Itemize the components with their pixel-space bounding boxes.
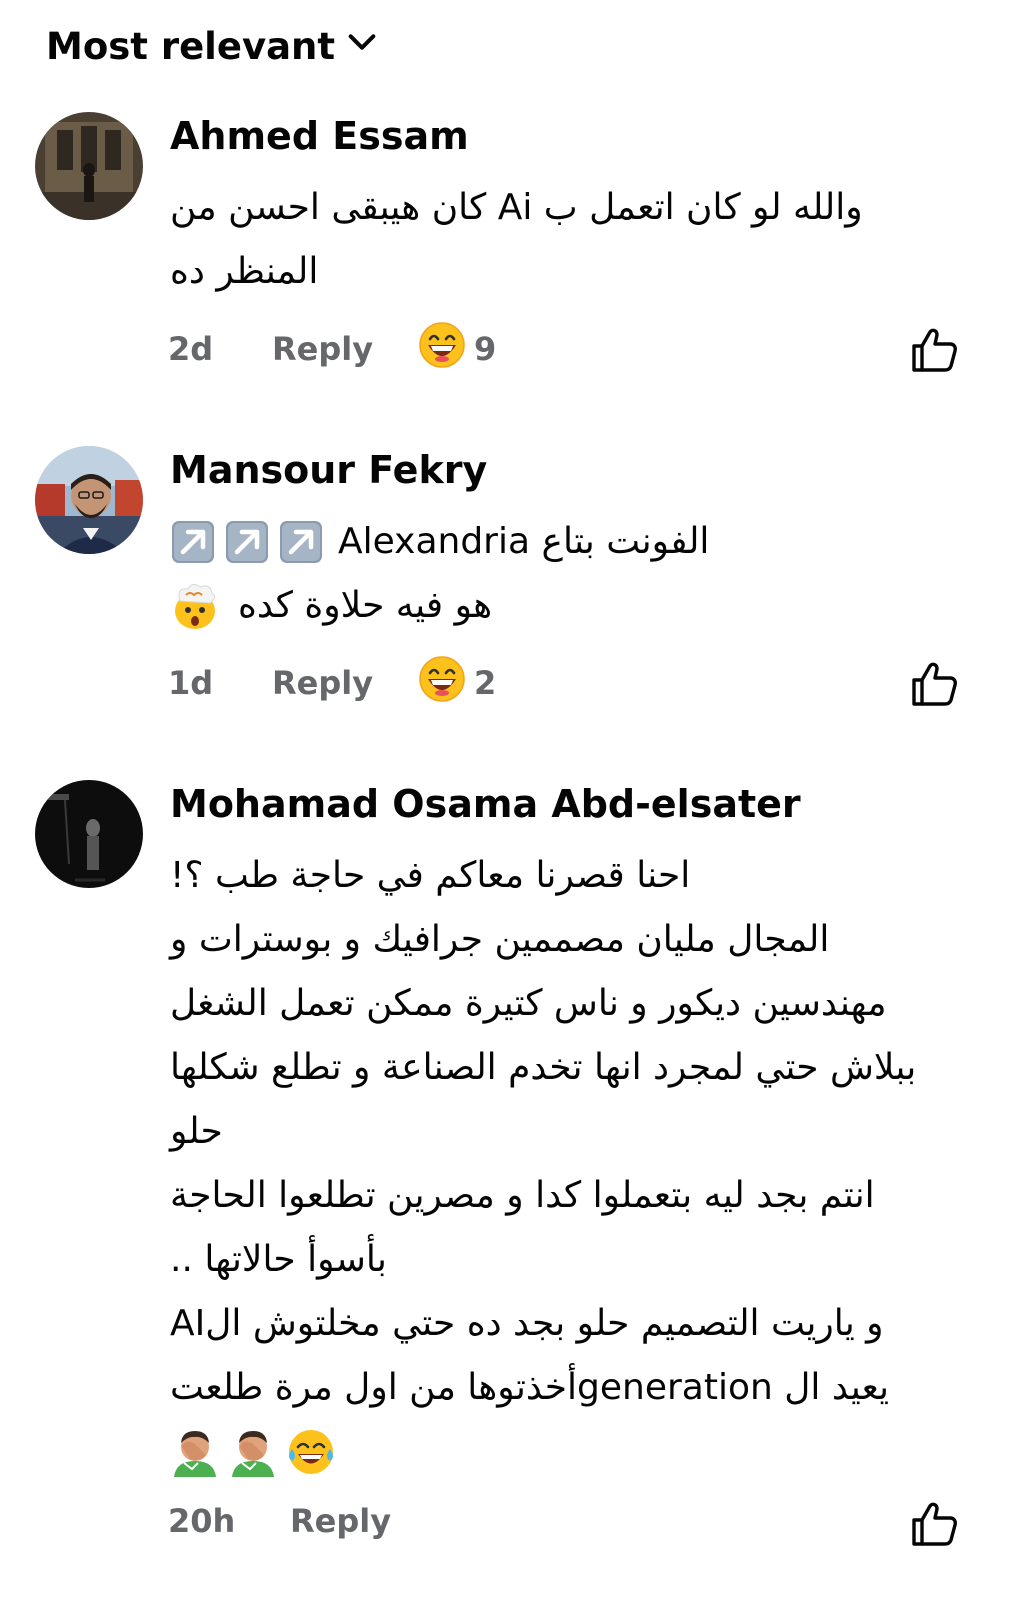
comment-line: بأسوأ حالاتها .. bbox=[170, 1239, 387, 1280]
comment-line: الفونت بتاع Alexandria bbox=[170, 510, 960, 574]
comment-line: ببلاش حتي لمجرد انها تخدم الصناعة و تطلع… bbox=[170, 1047, 917, 1088]
sort-label: Most relevant bbox=[46, 24, 336, 68]
comment-line: احنا قصرنا معاكم في حاجة طب ؟! bbox=[170, 855, 691, 896]
laughing-emoji-icon bbox=[418, 321, 466, 377]
up-right-arrow-emoji-1 bbox=[170, 519, 216, 565]
tears-of-joy-emoji bbox=[286, 1427, 336, 1477]
comment-line: مهندسين ديكور و ناس كتيرة ممكن تعمل الشغ… bbox=[170, 983, 887, 1024]
comment-emoji-line bbox=[170, 1420, 970, 1484]
comment-line-text: الفونت بتاع Alexandria bbox=[338, 521, 710, 562]
comment-line: هو فيه حلاوة كده bbox=[170, 574, 960, 638]
comment-meta: 2d Reply 9 bbox=[168, 321, 496, 377]
thumbs-up-icon[interactable] bbox=[908, 1498, 960, 1550]
comment-timestamp: 1d bbox=[168, 664, 214, 702]
comment-author[interactable]: Mansour Fekry bbox=[170, 448, 487, 492]
reaction-count: 2 bbox=[474, 664, 497, 702]
reaction-summary[interactable]: 9 bbox=[418, 321, 496, 377]
reaction-count: 9 bbox=[474, 330, 497, 368]
comment-line: حلو bbox=[170, 1111, 223, 1152]
reply-button[interactable]: Reply bbox=[272, 330, 418, 368]
comment-author[interactable]: Mohamad Osama Abd-elsater bbox=[170, 782, 801, 826]
comment-timestamp: 20h bbox=[168, 1502, 236, 1540]
thumbs-up-icon[interactable] bbox=[908, 324, 960, 376]
face-palm-emoji-2 bbox=[228, 1427, 278, 1477]
avatar[interactable] bbox=[35, 446, 143, 554]
comment-line: يعيد ال generationأخذتوها من اول مرة طلع… bbox=[170, 1367, 890, 1408]
exploding-head-emoji bbox=[170, 581, 220, 631]
comment-line-text: هو فيه حلاوة كده bbox=[238, 585, 493, 626]
up-right-arrow-emoji-2 bbox=[224, 519, 270, 565]
avatar[interactable] bbox=[35, 112, 143, 220]
comment-line: المجال مليان مصممين جرافيك و بوسترات و bbox=[170, 919, 830, 960]
comment-line: والله لو كان اتعمل ب Ai كان هيبقى احسن م… bbox=[170, 187, 863, 228]
reaction-summary[interactable]: 2 bbox=[418, 655, 496, 711]
comment-meta: 1d Reply 2 bbox=[168, 655, 496, 711]
comment-timestamp: 2d bbox=[168, 330, 214, 368]
reply-button[interactable]: Reply bbox=[272, 664, 418, 702]
comment-body: والله لو كان اتعمل ب Ai كان هيبقى احسن م… bbox=[170, 176, 960, 304]
comment-line: انتم بجد ليه بتعملوا كدا و مصرين تطلعوا … bbox=[170, 1175, 875, 1216]
comment-meta: 20h Reply bbox=[168, 1496, 436, 1546]
comment-body: احنا قصرنا معاكم في حاجة طب ؟! المجال مل… bbox=[170, 844, 970, 1484]
thumbs-up-icon[interactable] bbox=[908, 658, 960, 710]
chevron-down-icon bbox=[345, 25, 379, 68]
up-right-arrow-emoji-3 bbox=[278, 519, 324, 565]
comment-line: المنظر ده bbox=[170, 251, 319, 292]
comment-line: و ياريت التصميم حلو بجد ده حتي مخلتوش ال… bbox=[170, 1303, 884, 1344]
face-palm-emoji-1 bbox=[170, 1427, 220, 1477]
sort-dropdown[interactable]: Most relevant bbox=[46, 18, 379, 74]
laughing-emoji-icon bbox=[418, 655, 466, 711]
avatar[interactable] bbox=[35, 780, 143, 888]
comment-body: الفونت بتاع Alexandria هو فيه حلاوة كده bbox=[170, 510, 960, 638]
comment-author[interactable]: Ahmed Essam bbox=[170, 114, 469, 158]
reply-button[interactable]: Reply bbox=[290, 1502, 436, 1540]
